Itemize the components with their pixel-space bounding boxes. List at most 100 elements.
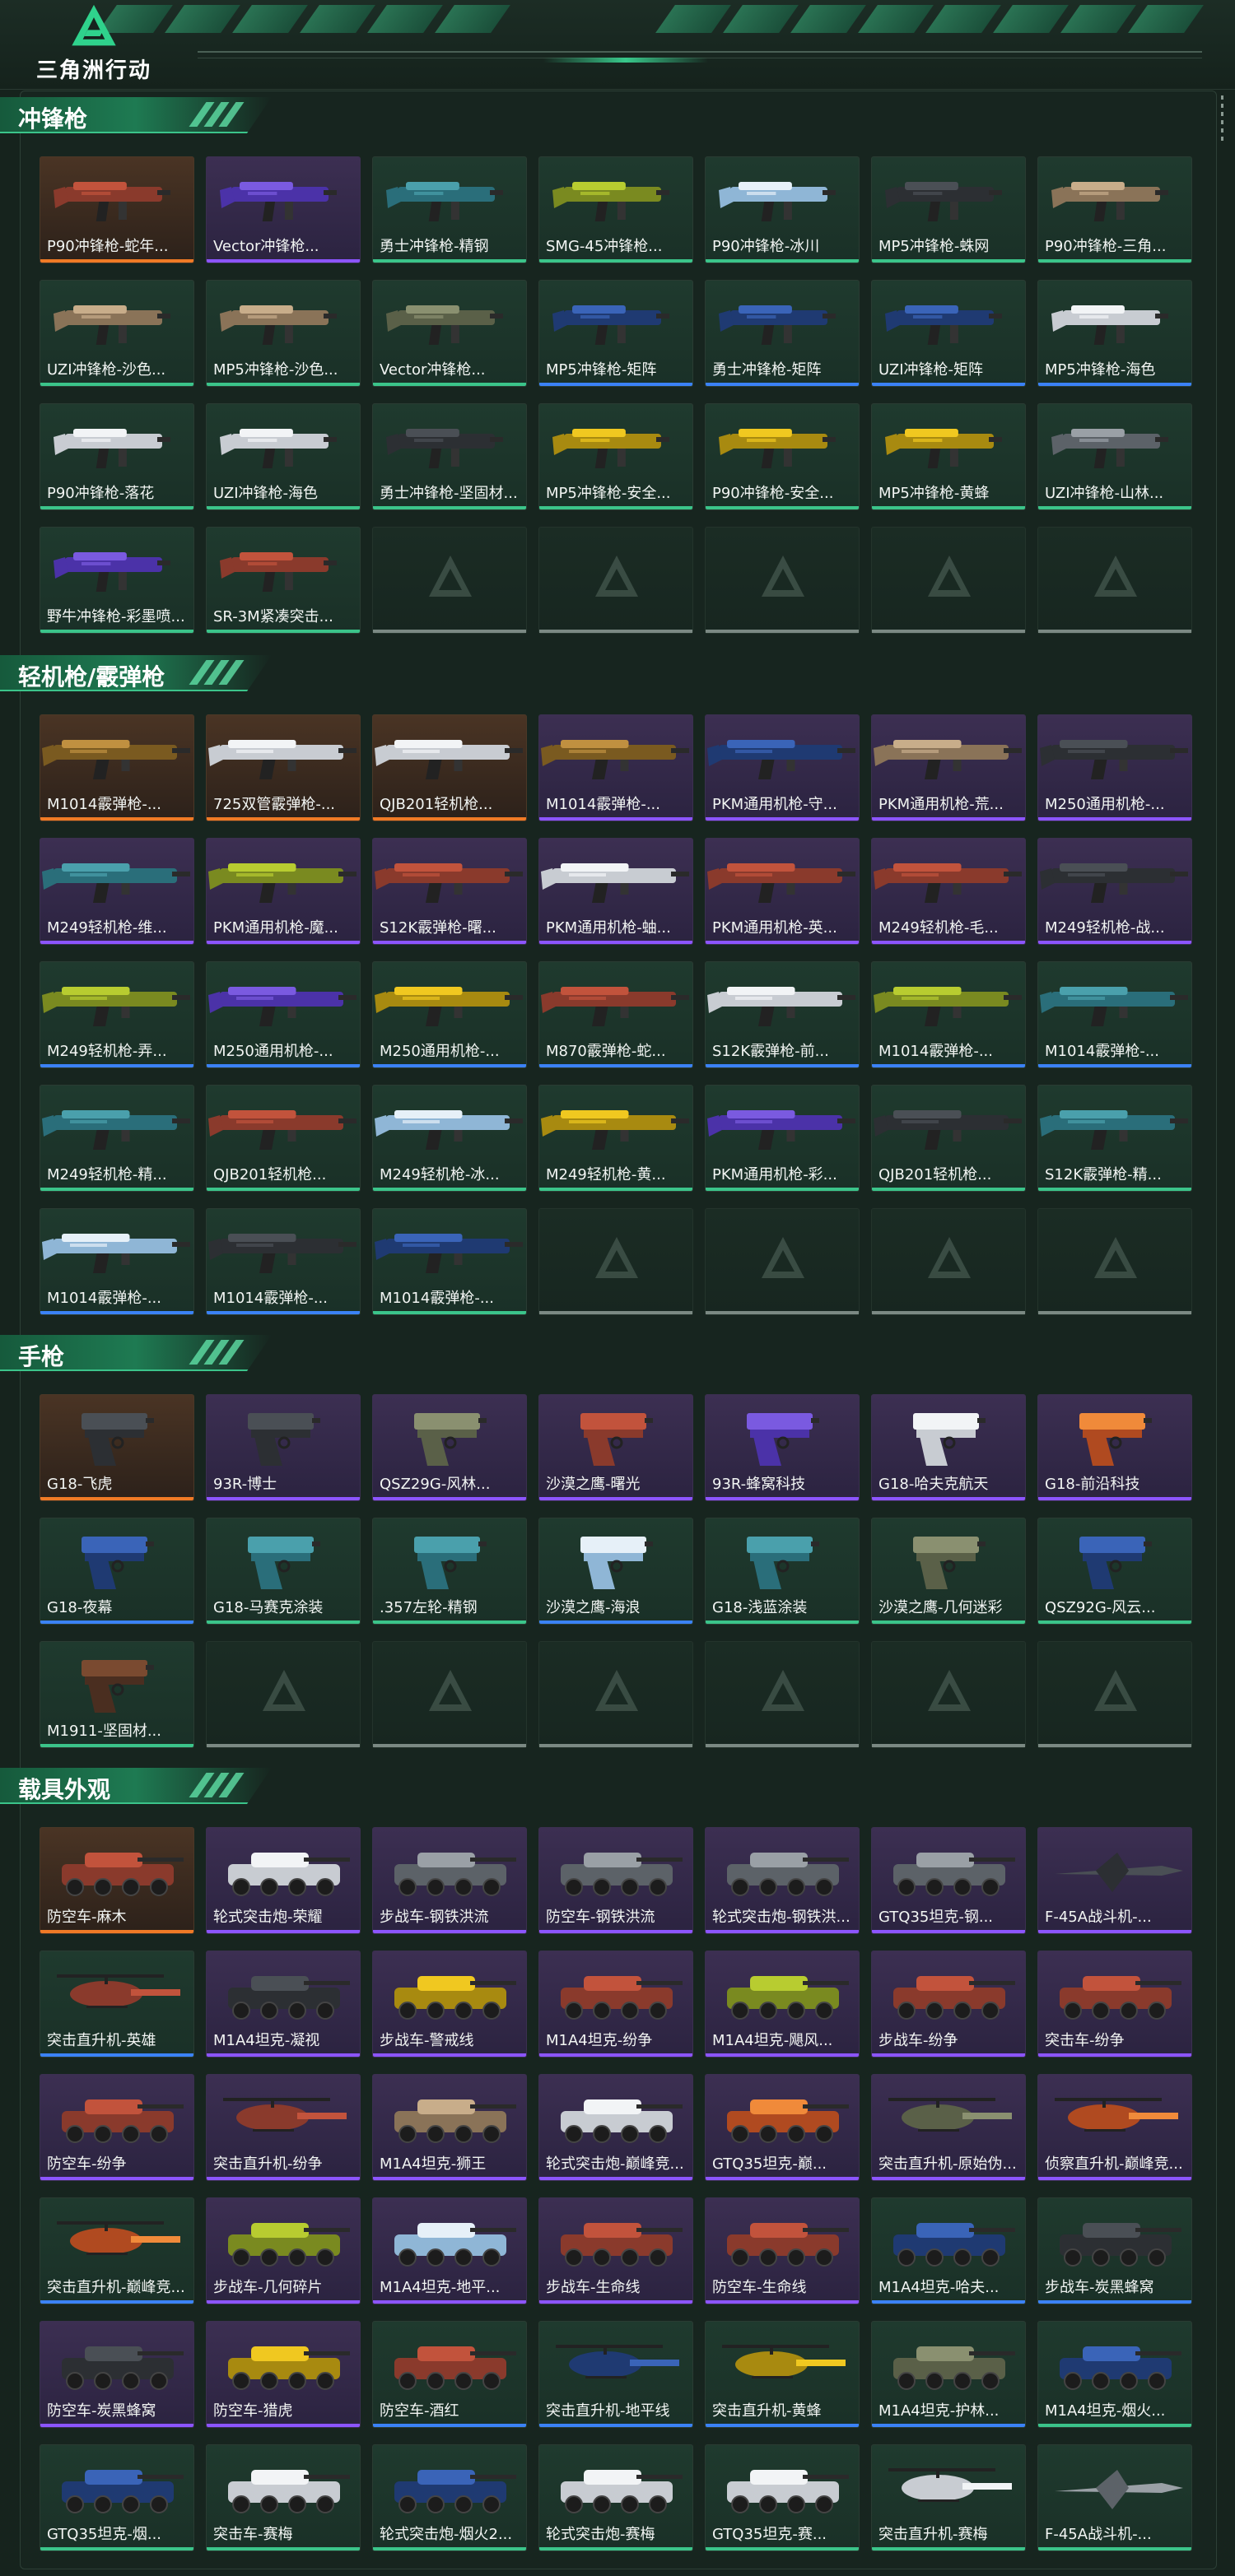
skin-card[interactable]: 勇士冲锋枪-精钢 bbox=[372, 156, 527, 263]
skin-card[interactable]: Vector冲锋枪... bbox=[206, 156, 361, 263]
skin-card[interactable]: UZI冲锋枪-海色 bbox=[206, 403, 361, 510]
skin-card[interactable]: 防空车-生命线 bbox=[705, 2197, 860, 2304]
skin-card[interactable]: 轮式突击炮-钢铁洪... bbox=[705, 1827, 860, 1934]
skin-card[interactable]: P90冲锋枪-落花 bbox=[40, 403, 194, 510]
skin-card[interactable]: MP5冲锋枪-沙色... bbox=[206, 280, 361, 387]
skin-card[interactable]: M1014霰弹枪-... bbox=[40, 714, 194, 821]
skin-card[interactable]: M1A4坦克-纷争 bbox=[538, 1951, 693, 2058]
skin-card[interactable]: Vector冲锋枪... bbox=[372, 280, 527, 387]
skin-card[interactable]: 野牛冲锋枪-彩墨喷... bbox=[40, 527, 194, 634]
skin-card[interactable]: P90冲锋枪-三角... bbox=[1037, 156, 1192, 263]
skin-card[interactable]: S12K霰弹枪-曙... bbox=[372, 838, 527, 945]
skin-card[interactable]: M1A4坦克-护林... bbox=[871, 2321, 1026, 2428]
skin-card[interactable]: M1A4坦克-地平... bbox=[372, 2197, 527, 2304]
skin-card[interactable]: 沙漠之鹰-海浪 bbox=[538, 1518, 693, 1625]
skin-card[interactable]: GTQ35坦克-巅... bbox=[705, 2074, 860, 2181]
skin-card[interactable]: 突击直升机-纷争 bbox=[206, 2074, 361, 2181]
skin-card[interactable]: G18-飞虎 bbox=[40, 1394, 194, 1501]
skin-card[interactable]: G18-前沿科技 bbox=[1037, 1394, 1192, 1501]
skin-card[interactable]: P90冲锋枪-安全... bbox=[705, 403, 860, 510]
skin-card[interactable]: QSZ92G-风云... bbox=[1037, 1518, 1192, 1625]
skin-card[interactable]: MP5冲锋枪-安全... bbox=[538, 403, 693, 510]
skin-card[interactable]: MP5冲锋枪-海色 bbox=[1037, 280, 1192, 387]
skin-card[interactable]: SMG-45冲锋枪... bbox=[538, 156, 693, 263]
skin-card[interactable]: M249轻机枪-黄... bbox=[538, 1085, 693, 1192]
skin-card[interactable]: MP5冲锋枪-黄蜂 bbox=[871, 403, 1026, 510]
skin-card[interactable]: 步战车-生命线 bbox=[538, 2197, 693, 2304]
skin-card[interactable]: 突击直升机-黄蜂 bbox=[705, 2321, 860, 2428]
skin-card[interactable]: M250通用机枪-... bbox=[1037, 714, 1192, 821]
skin-card[interactable]: PKM通用机枪-守... bbox=[705, 714, 860, 821]
skin-card[interactable]: 轮式突击炮-烟火2... bbox=[372, 2444, 527, 2551]
skin-card[interactable]: M1A4坦克-飓风... bbox=[705, 1951, 860, 2058]
skin-card[interactable]: 93R-蜂窝科技 bbox=[705, 1394, 860, 1501]
skin-card[interactable]: GTQ35坦克-钢... bbox=[871, 1827, 1026, 1934]
skin-card[interactable]: QSZ29G-风林... bbox=[372, 1394, 527, 1501]
skin-card[interactable]: 突击直升机-巅峰竞... bbox=[40, 2197, 194, 2304]
skin-card[interactable]: MP5冲锋枪-蛛网 bbox=[871, 156, 1026, 263]
skin-card[interactable]: M250通用机枪-... bbox=[372, 961, 527, 1068]
skin-card[interactable]: 侦察直升机-巅峰竞... bbox=[1037, 2074, 1192, 2181]
skin-card[interactable]: M1014霰弹枪-... bbox=[372, 1208, 527, 1315]
skin-card[interactable]: F-45A战斗机-... bbox=[1037, 2444, 1192, 2551]
skin-card[interactable]: QJB201轻机枪... bbox=[372, 714, 527, 821]
skin-card[interactable]: 勇士冲锋枪-矩阵 bbox=[705, 280, 860, 387]
skin-card[interactable]: M249轻机枪-弄... bbox=[40, 961, 194, 1068]
skin-card[interactable]: 步战车-钢铁洪流 bbox=[372, 1827, 527, 1934]
skin-card[interactable]: M1014霰弹枪-... bbox=[538, 714, 693, 821]
skin-card[interactable]: M1014霰弹枪-... bbox=[871, 961, 1026, 1068]
skin-card[interactable]: 725双管霰弹枪-... bbox=[206, 714, 361, 821]
skin-card[interactable]: 突击车-纷争 bbox=[1037, 1951, 1192, 2058]
skin-card[interactable]: M249轻机枪-维... bbox=[40, 838, 194, 945]
skin-card[interactable]: 突击直升机-地平线 bbox=[538, 2321, 693, 2428]
skin-card[interactable]: M249轻机枪-毛... bbox=[871, 838, 1026, 945]
skin-card[interactable]: 勇士冲锋枪-坚固材... bbox=[372, 403, 527, 510]
skin-card[interactable]: 突击直升机-英雄 bbox=[40, 1951, 194, 2058]
skin-card[interactable]: F-45A战斗机-... bbox=[1037, 1827, 1192, 1934]
skin-card[interactable]: P90冲锋枪-冰川 bbox=[705, 156, 860, 263]
skin-card[interactable]: UZI冲锋枪-沙色... bbox=[40, 280, 194, 387]
skin-card[interactable]: 步战车-纷争 bbox=[871, 1951, 1026, 2058]
skin-card[interactable]: S12K霰弹枪-前... bbox=[705, 961, 860, 1068]
skin-card[interactable]: M1A4坦克-烟火... bbox=[1037, 2321, 1192, 2428]
skin-card[interactable]: 轮式突击炮-赛梅 bbox=[538, 2444, 693, 2551]
skin-card[interactable]: QJB201轻机枪... bbox=[206, 1085, 361, 1192]
skin-card[interactable]: S12K霰弹枪-精... bbox=[1037, 1085, 1192, 1192]
skin-card[interactable]: 沙漠之鹰-几何迷彩 bbox=[871, 1518, 1026, 1625]
skin-card[interactable]: 步战车-炭黑蜂窝 bbox=[1037, 2197, 1192, 2304]
skin-card[interactable]: SR-3M紧凑突击... bbox=[206, 527, 361, 634]
skin-card[interactable]: G18-浅蓝涂装 bbox=[705, 1518, 860, 1625]
skin-card[interactable]: M1A4坦克-凝视 bbox=[206, 1951, 361, 2058]
skin-card[interactable]: G18-哈夫克航天 bbox=[871, 1394, 1026, 1501]
skin-card[interactable]: 沙漠之鹰-曙光 bbox=[538, 1394, 693, 1501]
scrollbar[interactable] bbox=[1221, 95, 1224, 141]
skin-card[interactable]: 防空车-炭黑蜂窝 bbox=[40, 2321, 194, 2428]
skin-card[interactable]: M249轻机枪-战... bbox=[1037, 838, 1192, 945]
skin-card[interactable]: 防空车-钢铁洪流 bbox=[538, 1827, 693, 1934]
skin-card[interactable]: GTQ35坦克-烟... bbox=[40, 2444, 194, 2551]
skin-card[interactable]: M1A4坦克-哈夫... bbox=[871, 2197, 1026, 2304]
skin-card[interactable]: PKM通用机枪-英... bbox=[705, 838, 860, 945]
skin-card[interactable]: 防空车-麻木 bbox=[40, 1827, 194, 1934]
skin-card[interactable]: MP5冲锋枪-矩阵 bbox=[538, 280, 693, 387]
skin-card[interactable]: 防空车-纷争 bbox=[40, 2074, 194, 2181]
skin-card[interactable]: M1911-坚固材... bbox=[40, 1641, 194, 1748]
skin-card[interactable]: 轮式突击炮-荣耀 bbox=[206, 1827, 361, 1934]
skin-card[interactable]: 步战车-警戒线 bbox=[372, 1951, 527, 2058]
skin-card[interactable]: M1014霰弹枪-... bbox=[1037, 961, 1192, 1068]
skin-card[interactable]: PKM通用机枪-蚰... bbox=[538, 838, 693, 945]
skin-card[interactable]: 轮式突击炮-巅峰竞... bbox=[538, 2074, 693, 2181]
skin-card[interactable]: M249轻机枪-冰... bbox=[372, 1085, 527, 1192]
skin-card[interactable]: 突击直升机-赛梅 bbox=[871, 2444, 1026, 2551]
skin-card[interactable]: UZI冲锋枪-山林... bbox=[1037, 403, 1192, 510]
skin-card[interactable]: 步战车-几何碎片 bbox=[206, 2197, 361, 2304]
skin-card[interactable]: 突击车-赛梅 bbox=[206, 2444, 361, 2551]
skin-card[interactable]: 防空车-猎虎 bbox=[206, 2321, 361, 2428]
skin-card[interactable]: PKM通用机枪-彩... bbox=[705, 1085, 860, 1192]
skin-card[interactable]: .357左轮-精钢 bbox=[372, 1518, 527, 1625]
skin-card[interactable]: PKM通用机枪-荒... bbox=[871, 714, 1026, 821]
skin-card[interactable]: 突击直升机-原始伪... bbox=[871, 2074, 1026, 2181]
skin-card[interactable]: M1014霰弹枪-... bbox=[206, 1208, 361, 1315]
skin-card[interactable]: M870霰弹枪-蛇... bbox=[538, 961, 693, 1068]
skin-card[interactable]: 防空车-酒红 bbox=[372, 2321, 527, 2428]
